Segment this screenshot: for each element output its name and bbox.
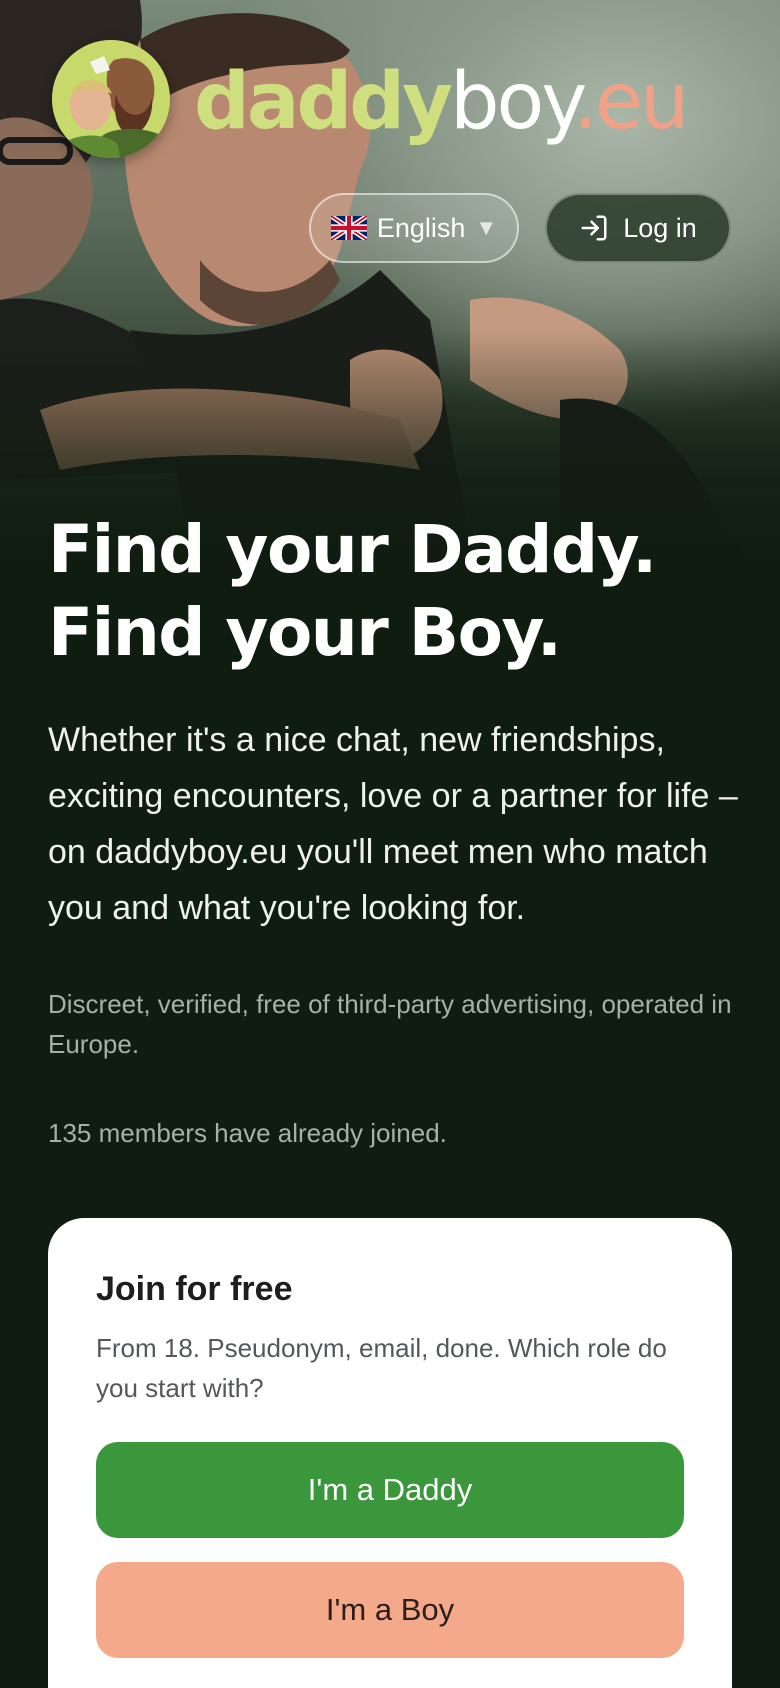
signup-card: Join for free From 18. Pseudonym, email,… [48, 1218, 732, 1688]
logo-eu: .eu [573, 57, 689, 147]
logo-daddy: daddy [194, 57, 453, 147]
logo-avatar[interactable] [52, 40, 170, 158]
headline-line-2: Find your Boy. [48, 594, 562, 671]
login-button[interactable]: Log in [545, 193, 731, 263]
login-label: Log in [623, 212, 697, 243]
landing-page: daddyboy.eu English ▼ Log in Find your D… [0, 0, 780, 1688]
language-label: English [376, 212, 466, 243]
logo-boy: boy [449, 57, 576, 147]
signup-subtitle: From 18. Pseudonym, email, done. Which r… [96, 1333, 667, 1403]
daddy-role-button[interactable]: I'm a Daddy [96, 1442, 684, 1538]
logo-wordmark[interactable]: daddyboy.eu [194, 52, 689, 152]
hero-headline: Find your Daddy. Find your Boy. [48, 508, 748, 674]
login-arrow-icon [581, 215, 607, 241]
signup-title: Join for free [96, 1270, 293, 1308]
caret-down-icon: ▼ [475, 215, 498, 240]
hero-lead-text: Whether it's a nice chat, new friendship… [48, 721, 738, 927]
member-count-text: 135 members have already joined. [48, 1118, 447, 1148]
boy-role-button[interactable]: I'm a Boy [96, 1562, 684, 1658]
trust-text: Discreet, verified, free of third-party … [48, 989, 732, 1059]
logo-avatar-illustration [52, 40, 170, 158]
uk-flag-icon [330, 216, 367, 240]
headline-line-1: Find your Daddy. [48, 511, 657, 588]
language-selector[interactable]: English ▼ [309, 193, 519, 263]
